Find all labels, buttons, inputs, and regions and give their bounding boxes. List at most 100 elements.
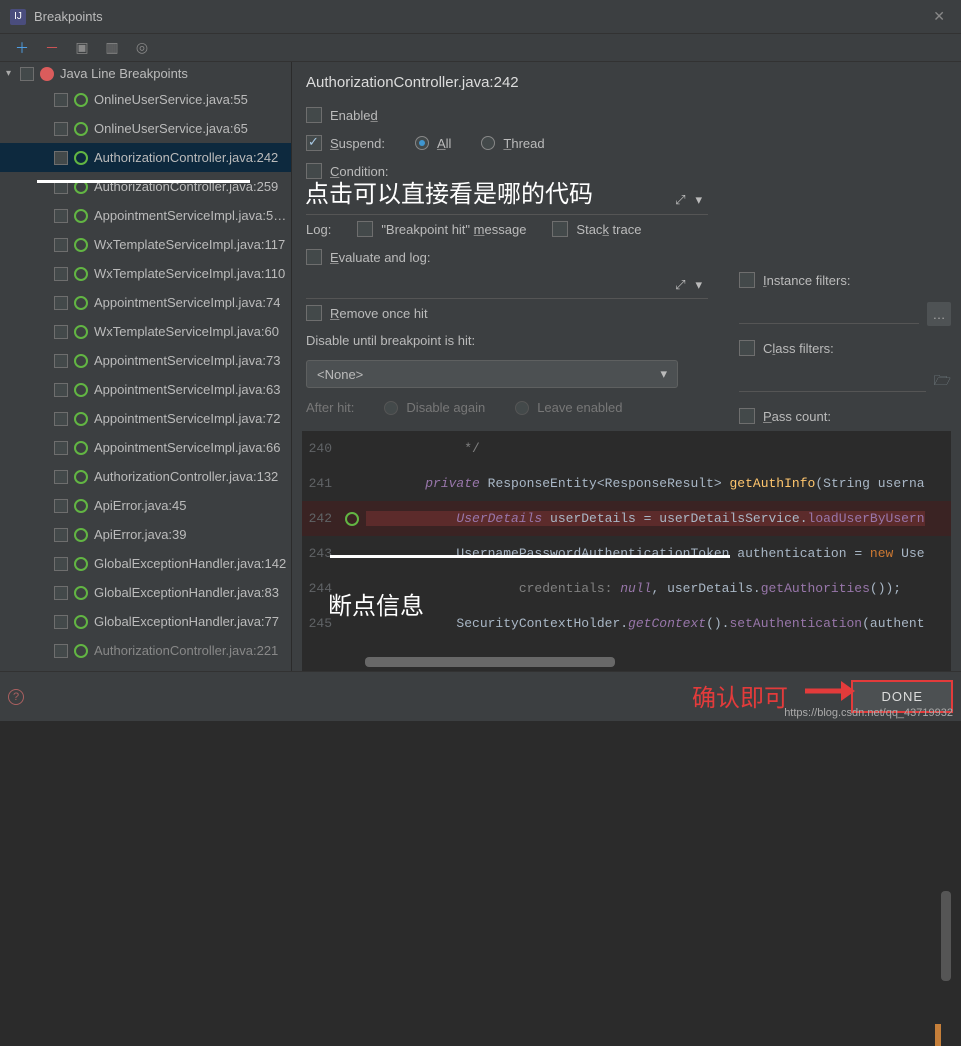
tree-item[interactable]: AuthorizationController.java:242 bbox=[0, 143, 291, 172]
suspend-all-radio[interactable] bbox=[415, 136, 429, 150]
more-icon[interactable]: … bbox=[927, 302, 951, 326]
folder-icon[interactable]: ▣ bbox=[74, 40, 90, 56]
circle-icon bbox=[74, 470, 88, 484]
tree-item-label: AppointmentServiceImpl.java:72 bbox=[94, 411, 280, 426]
disable-until-dropdown[interactable]: <None> ▾ bbox=[306, 360, 678, 388]
item-checkbox[interactable] bbox=[54, 325, 68, 339]
tree-item-label: ApiError.java:45 bbox=[94, 498, 187, 513]
circle-icon bbox=[74, 325, 88, 339]
item-checkbox[interactable] bbox=[54, 644, 68, 658]
folder-icon[interactable]: 🗁 bbox=[934, 370, 951, 394]
circle-icon bbox=[74, 441, 88, 455]
suspend-thread-radio[interactable] bbox=[481, 136, 495, 150]
tree-item-label: AppointmentServiceImpl.java:589 bbox=[94, 208, 287, 223]
item-checkbox[interactable] bbox=[54, 354, 68, 368]
tree-item[interactable]: WxTemplateServiceImpl.java:117 bbox=[0, 230, 291, 259]
help-icon[interactable]: ? bbox=[8, 689, 24, 705]
group-checkbox[interactable] bbox=[20, 67, 34, 81]
class-filters-input[interactable] bbox=[739, 372, 926, 392]
after-disable-label: Disable again bbox=[406, 400, 485, 415]
breakpoint-dot-icon bbox=[40, 67, 54, 81]
chevron-down-icon[interactable]: ▾ bbox=[695, 277, 702, 293]
marker-icon bbox=[935, 1024, 941, 1046]
expand-icon[interactable]: ⤢ bbox=[675, 192, 685, 208]
close-icon[interactable]: ✕ bbox=[927, 8, 951, 25]
tree-item[interactable]: OnlineUserService.java:65 bbox=[0, 114, 291, 143]
log-stack-checkbox[interactable] bbox=[552, 221, 568, 237]
item-checkbox[interactable] bbox=[54, 209, 68, 223]
suspend-label: Suspend: bbox=[330, 136, 385, 151]
circle-icon bbox=[74, 238, 88, 252]
tree-item[interactable]: ApiError.java:45 bbox=[0, 491, 291, 520]
evaluate-checkbox[interactable] bbox=[306, 249, 322, 265]
tree-item-label: GlobalExceptionHandler.java:77 bbox=[94, 614, 279, 629]
item-checkbox[interactable] bbox=[54, 586, 68, 600]
watermark-text: https://blog.csdn.net/qq_43719932 bbox=[784, 707, 953, 719]
tree-item[interactable]: AuthorizationController.java:259 bbox=[0, 172, 291, 201]
circle-icon bbox=[74, 209, 88, 223]
tree-group-java-line[interactable]: ▾ Java Line Breakpoints bbox=[0, 62, 291, 85]
tree-item-label: AppointmentServiceImpl.java:66 bbox=[94, 440, 280, 455]
chevron-down-icon[interactable]: ▾ bbox=[695, 192, 702, 208]
item-checkbox[interactable] bbox=[54, 238, 68, 252]
suspend-checkbox[interactable] bbox=[306, 135, 322, 151]
enabled-checkbox[interactable] bbox=[306, 107, 322, 123]
horizontal-scrollbar[interactable] bbox=[365, 657, 615, 667]
code-line: 242 UserDetails userDetails = userDetail… bbox=[302, 501, 951, 536]
instance-filters-input[interactable] bbox=[739, 304, 919, 324]
item-checkbox[interactable] bbox=[54, 470, 68, 484]
tree-item[interactable]: GlobalExceptionHandler.java:77 bbox=[0, 607, 291, 636]
item-checkbox[interactable] bbox=[54, 528, 68, 542]
scrollbar[interactable] bbox=[941, 891, 951, 981]
item-checkbox[interactable] bbox=[54, 151, 68, 165]
tree-item[interactable]: AppointmentServiceImpl.java:589 bbox=[0, 201, 291, 230]
item-checkbox[interactable] bbox=[54, 122, 68, 136]
tree-item[interactable]: WxTemplateServiceImpl.java:110 bbox=[0, 259, 291, 288]
window-title: Breakpoints bbox=[34, 9, 927, 24]
item-checkbox[interactable] bbox=[54, 93, 68, 107]
breakpoint-ring-icon bbox=[345, 512, 359, 526]
condition-checkbox[interactable] bbox=[306, 163, 322, 179]
item-checkbox[interactable] bbox=[54, 499, 68, 513]
item-checkbox[interactable] bbox=[54, 615, 68, 629]
tree-item[interactable]: GlobalExceptionHandler.java:83 bbox=[0, 578, 291, 607]
circle-icon bbox=[74, 383, 88, 397]
code-line: 240 */ bbox=[302, 431, 951, 466]
instance-filters-checkbox[interactable] bbox=[739, 272, 755, 288]
tree-item-label: WxTemplateServiceImpl.java:117 bbox=[94, 237, 285, 252]
annotation-underline bbox=[330, 555, 730, 558]
tree-item[interactable]: WxTemplateServiceImpl.java:60 bbox=[0, 317, 291, 346]
tree-item[interactable]: AppointmentServiceImpl.java:73 bbox=[0, 346, 291, 375]
item-checkbox[interactable] bbox=[54, 412, 68, 426]
tree-item[interactable]: AppointmentServiceImpl.java:63 bbox=[0, 375, 291, 404]
item-checkbox[interactable] bbox=[54, 296, 68, 310]
item-checkbox[interactable] bbox=[54, 441, 68, 455]
view-options-icon[interactable]: ◎ bbox=[134, 40, 150, 56]
tree-item[interactable]: AppointmentServiceImpl.java:66 bbox=[0, 433, 291, 462]
item-checkbox[interactable] bbox=[54, 383, 68, 397]
tree-item[interactable]: AppointmentServiceImpl.java:74 bbox=[0, 288, 291, 317]
tree-item[interactable]: AuthorizationController.java:132 bbox=[0, 462, 291, 491]
log-message-label: "Breakpoint hit" message bbox=[381, 222, 526, 237]
chevron-down-icon[interactable]: ▾ bbox=[6, 68, 11, 79]
log-message-checkbox[interactable] bbox=[357, 221, 373, 237]
breakpoints-tree[interactable]: ▾ Java Line Breakpoints OnlineUserServic… bbox=[0, 62, 292, 671]
tree-item-label: GlobalExceptionHandler.java:142 bbox=[94, 556, 286, 571]
tree-item[interactable]: AuthorizationController.java:221 bbox=[0, 636, 291, 665]
remove-once-checkbox[interactable] bbox=[306, 305, 322, 321]
tree-item[interactable]: OnlineUserService.java:55 bbox=[0, 85, 291, 114]
code-line: 241 private ResponseEntity<ResponseResul… bbox=[302, 466, 951, 501]
class-filters-checkbox[interactable] bbox=[739, 340, 755, 356]
tree-item[interactable]: AppointmentServiceImpl.java:72 bbox=[0, 404, 291, 433]
item-checkbox[interactable] bbox=[54, 267, 68, 281]
item-checkbox[interactable] bbox=[54, 557, 68, 571]
expand-icon[interactable]: ⤢ bbox=[675, 277, 685, 293]
breakpoint-details: AuthorizationController.java:242 Enabled… bbox=[292, 62, 961, 671]
tree-item[interactable]: GlobalExceptionHandler.java:142 bbox=[0, 549, 291, 578]
group-by-icon[interactable]: ▥ bbox=[104, 40, 120, 56]
add-breakpoint-icon[interactable]: ＋ bbox=[14, 40, 30, 56]
tree-item[interactable]: ApiError.java:39 bbox=[0, 520, 291, 549]
circle-icon bbox=[74, 615, 88, 629]
pass-count-checkbox[interactable] bbox=[739, 408, 755, 424]
remove-breakpoint-icon[interactable]: － bbox=[44, 40, 60, 56]
